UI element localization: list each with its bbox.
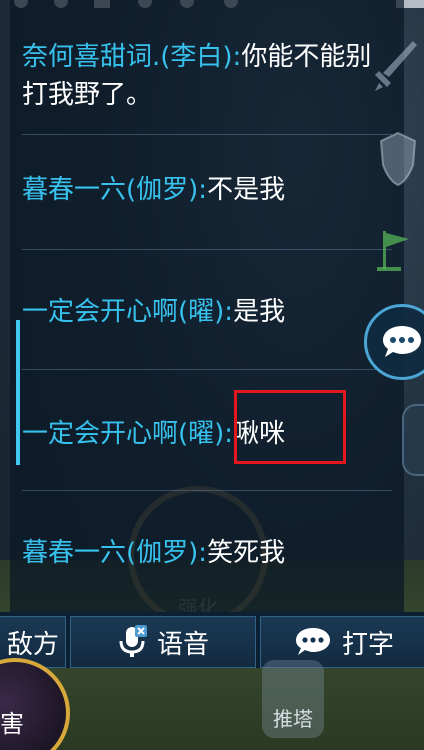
sword-icon[interactable]: [372, 36, 420, 96]
avatar-label: 害: [0, 710, 24, 738]
message-sender: 暮春一六(伽罗):: [22, 538, 208, 568]
side-panel-tab[interactable]: [402, 404, 424, 476]
flag-icon[interactable]: [368, 220, 420, 276]
shield-icon[interactable]: [376, 128, 420, 190]
chat-bubble-icon: [294, 626, 332, 658]
highlight-annotation-box: [234, 390, 346, 464]
game-screen: 强化 奈何喜甜词.(李白):你能不能别打我野了。 暮春一六(伽罗):不是我 一定…: [0, 0, 424, 750]
shield-icon: [379, 131, 417, 187]
chat-message: 暮春一六(伽罗):笑死我: [22, 492, 392, 602]
chat-bubble-icon: [383, 326, 421, 357]
chat-message: 暮春一六(伽罗):不是我: [22, 131, 392, 250]
type-chat-label: 打字: [341, 629, 394, 660]
message-text: 是我: [233, 297, 286, 327]
microphone-icon: [117, 625, 147, 659]
push-tower-button[interactable]: 推塔: [262, 660, 324, 738]
flag-icon: [377, 231, 409, 271]
message-text: 不是我: [207, 175, 286, 205]
chat-panel[interactable]: 奈何喜甜词.(李白):你能不能别打我野了。 暮春一六(伽罗):不是我 一定会开心…: [10, 0, 404, 612]
message-sender: 一定会开心啊(曜):: [22, 419, 234, 449]
message-sender: 奈何喜甜词.(李白):: [22, 42, 242, 72]
voice-chat-button[interactable]: 语音: [70, 616, 256, 668]
voice-chat-label: 语音: [156, 629, 209, 660]
sword-icon: [375, 41, 417, 91]
message-sender: 一定会开心啊(曜):: [22, 297, 234, 327]
enemy-chat-label: 敌方: [6, 629, 59, 660]
push-tower-label: 推塔: [273, 707, 313, 731]
chat-scrollbar[interactable]: [16, 320, 20, 465]
chat-message: 一定会开心啊(曜):是我: [22, 251, 392, 370]
message-sender: 暮春一六(伽罗):: [22, 175, 208, 205]
chat-message: 奈何喜甜词.(李白):你能不能别打我野了。: [22, 34, 392, 135]
message-text: 笑死我: [207, 538, 286, 568]
